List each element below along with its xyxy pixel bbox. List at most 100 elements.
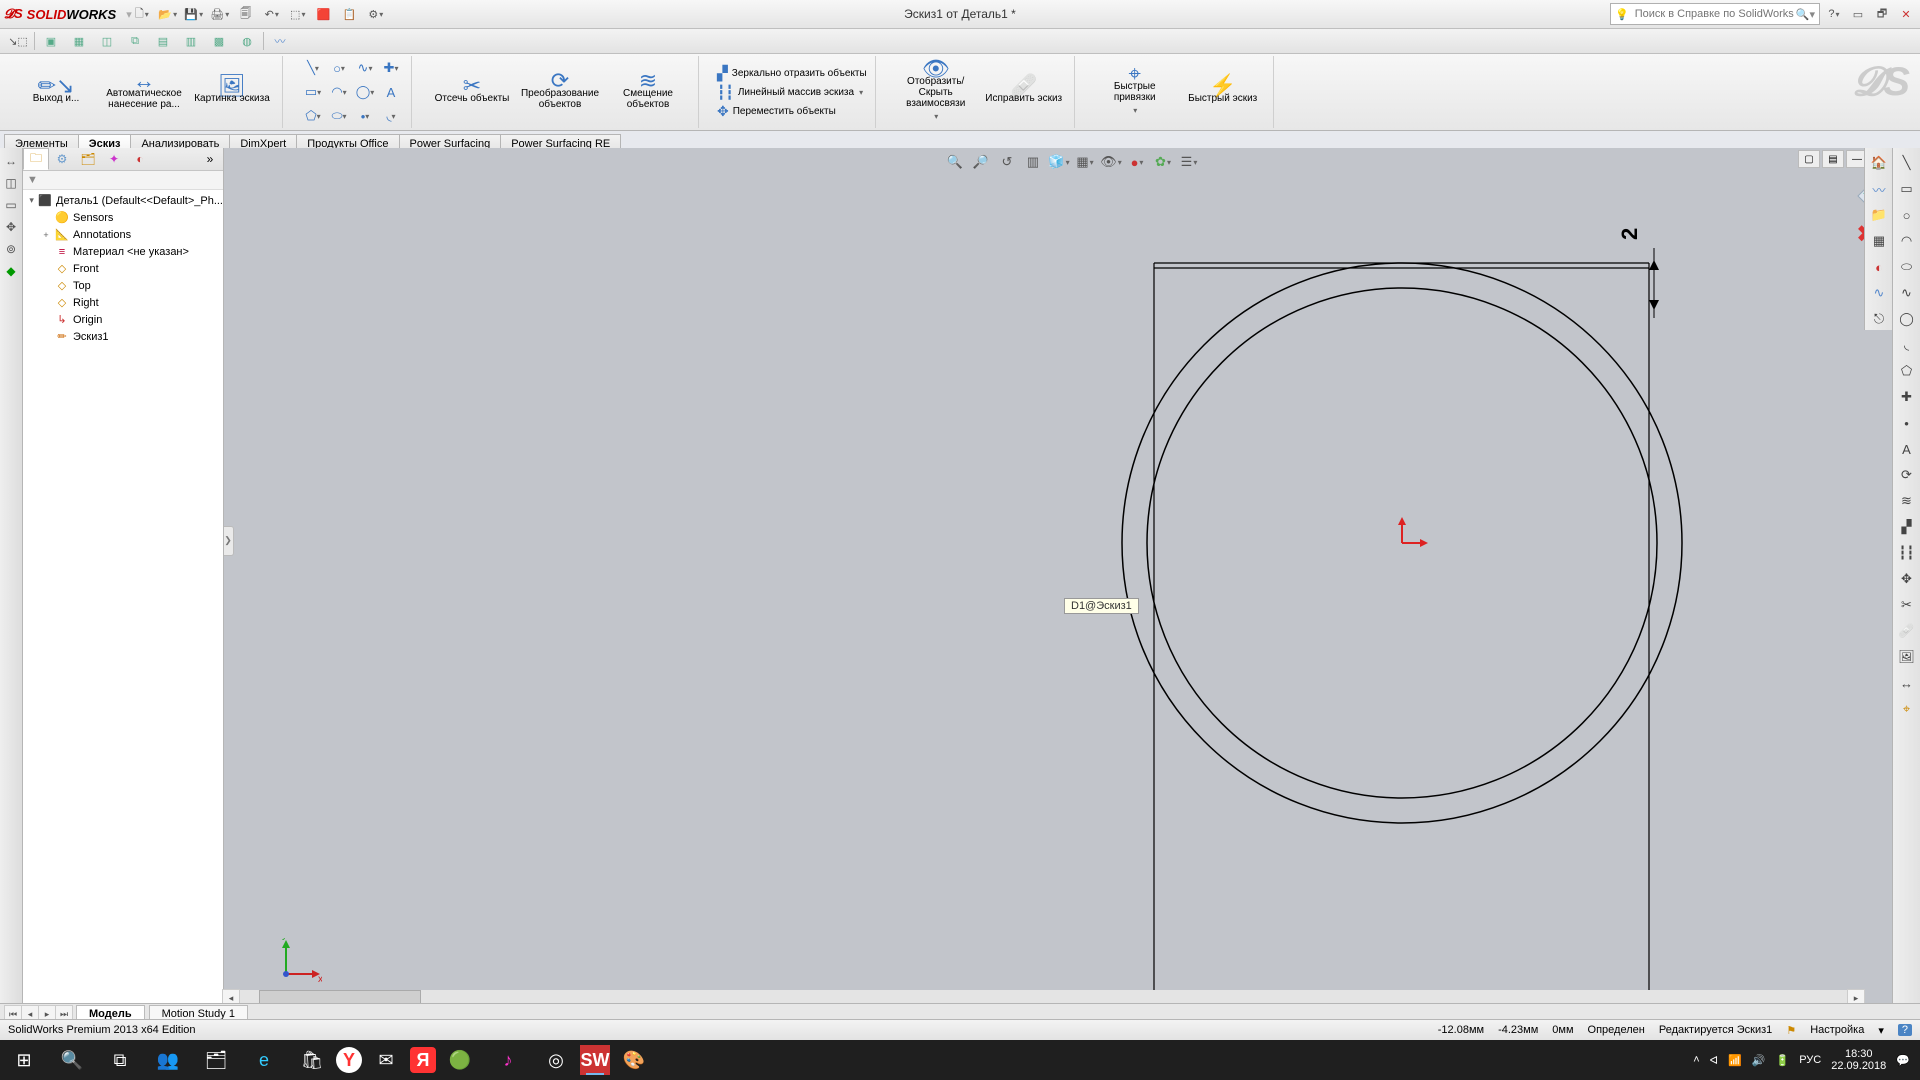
tp2-icon-5[interactable]: ◐ <box>1868 256 1890 278</box>
point-icon[interactable]: • <box>353 105 377 127</box>
undo-icon[interactable]: ↶ <box>262 4 282 24</box>
strip-icon-3[interactable]: ▭ <box>2 196 20 214</box>
close-icon[interactable]: ✕ <box>1896 6 1916 22</box>
offset-button[interactable]: ≋Смещение объектов <box>606 75 690 110</box>
circle-icon[interactable]: ○ <box>327 57 351 79</box>
fm-tab-config[interactable]: 🗂 <box>75 148 101 170</box>
tp-icon-9[interactable]: ⬠ <box>1896 360 1918 382</box>
rect-icon[interactable]: ▭ <box>301 81 325 103</box>
people-icon[interactable]: 👥 <box>144 1040 192 1080</box>
cube8-icon[interactable]: ◍ <box>235 30 259 52</box>
tp-icon-22[interactable]: ⌖ <box>1896 698 1918 720</box>
minimize-icon[interactable]: ▭ <box>1848 6 1868 22</box>
start-button[interactable]: ⊞ <box>0 1040 48 1080</box>
solidworks-task-icon[interactable]: SW <box>580 1045 610 1075</box>
cube3-icon[interactable]: ◫ <box>95 30 119 52</box>
plus-icon[interactable]: ✚ <box>379 57 403 79</box>
fm-tab-more[interactable]: » <box>197 148 223 170</box>
tree-root[interactable]: ▾⬛ Деталь1 (Default<<Default>_Ph... <box>27 192 223 209</box>
repair-sketch-button[interactable]: 🩹Исправить эскиз <box>982 80 1066 104</box>
strip-icon-6[interactable]: ◆ <box>2 262 20 280</box>
cube5-icon[interactable]: ▤ <box>151 30 175 52</box>
cube6-icon[interactable]: ▥ <box>179 30 203 52</box>
help-search[interactable]: 💡 🔍▾ <box>1610 3 1820 25</box>
display-relations-button[interactable]: 👁Отобразить/Скрыть взаимосвязи <box>894 63 978 122</box>
paint-icon[interactable]: 🎨 <box>610 1040 658 1080</box>
tree-item[interactable]: ✏Эскиз1 <box>27 328 223 345</box>
fillet-icon[interactable]: ◟ <box>379 105 403 127</box>
tp-icon-5[interactable]: ⬭ <box>1896 256 1918 278</box>
trim-button[interactable]: ✂Отсечь объекты <box>430 80 514 104</box>
mail-icon[interactable]: ✉ <box>362 1040 410 1080</box>
poly-icon[interactable]: ⬠ <box>301 105 325 127</box>
target-icon[interactable]: ◎ <box>532 1040 580 1080</box>
cube4-icon[interactable]: ⧉ <box>123 30 147 52</box>
fm-tab-dim[interactable]: ✦ <box>101 148 127 170</box>
sketch-picture-button[interactable]: 🖼Картинка эскиза <box>190 80 274 104</box>
edge-icon[interactable]: e <box>240 1040 288 1080</box>
tree-item[interactable]: ≡Материал <не указан> <box>27 243 223 260</box>
tp-icon-11[interactable]: • <box>1896 412 1918 434</box>
fm-tab-prop[interactable]: ⚙ <box>49 148 75 170</box>
text-icon[interactable]: A <box>379 81 403 103</box>
tp-icon-2[interactable]: ▭ <box>1896 178 1918 200</box>
tp-icon-15[interactable]: ▞ <box>1896 516 1918 538</box>
tree-item[interactable]: +📐Annotations <box>27 226 223 243</box>
fm-tab-tree[interactable]: 🗀 <box>23 148 49 170</box>
tp-icon-13[interactable]: ⟳ <box>1896 464 1918 486</box>
strip-icon-4[interactable]: ✥ <box>2 218 20 236</box>
tp-icon-12[interactable]: A <box>1896 438 1918 460</box>
tray-vol-icon[interactable]: 🔊 <box>1752 1054 1766 1067</box>
tray-up-icon[interactable]: ˄ <box>1693 1054 1699 1066</box>
dimension-value[interactable]: 2 <box>1617 228 1642 240</box>
open-icon[interactable]: 📂 <box>158 4 178 24</box>
tp-icon-7[interactable]: ◯ <box>1896 308 1918 330</box>
new-icon[interactable]: 🗋 <box>132 4 152 24</box>
tp-icon-4[interactable]: ◠ <box>1896 230 1918 252</box>
search-go-icon[interactable]: 🔍▾ <box>1796 8 1815 21</box>
yandex-icon[interactable]: Y <box>336 1047 362 1073</box>
ellipse-icon[interactable]: ◯ <box>353 81 377 103</box>
explorer-icon[interactable]: 🗂 <box>192 1040 240 1080</box>
tp2-icon-2[interactable]: 〰 <box>1868 178 1890 200</box>
print-preview-icon[interactable]: 🗐 <box>236 4 256 24</box>
move-entities-button[interactable]: ✥Переместить объекты <box>717 103 867 120</box>
tray-wifi-icon[interactable]: 📶 <box>1728 1054 1742 1067</box>
cube2-icon[interactable]: ▦ <box>67 30 91 52</box>
settings-icon[interactable]: ⚙ <box>366 4 386 24</box>
select-icon[interactable]: ⬚ <box>288 4 308 24</box>
tp-icon-10[interactable]: ✚ <box>1896 386 1918 408</box>
rebuild-icon[interactable]: 🟥 <box>314 4 334 24</box>
tray-clock[interactable]: 18:30 22.09.2018 <box>1831 1048 1886 1072</box>
tp-icon-8[interactable]: ◟ <box>1896 334 1918 356</box>
tp-icon-19[interactable]: 🩹 <box>1896 620 1918 642</box>
spline-icon[interactable]: ∿ <box>353 57 377 79</box>
tree-item[interactable]: ↳Origin <box>27 311 223 328</box>
tp2-icon-6[interactable]: ∿ <box>1868 282 1890 304</box>
status-flag-icon[interactable]: ⚑ <box>1786 1024 1796 1037</box>
tp-icon-16[interactable]: ┇┇ <box>1896 542 1918 564</box>
restore-icon[interactable]: 🗗 <box>1872 6 1892 22</box>
search-input[interactable] <box>1633 7 1796 21</box>
tree-item[interactable]: ◇Right <box>27 294 223 311</box>
search-taskbar-icon[interactable]: 🔍 <box>48 1040 96 1080</box>
status-custom[interactable]: Настройка <box>1810 1024 1864 1036</box>
fm-tab-render[interactable]: ◐ <box>127 148 153 170</box>
fm-filter[interactable]: ▼ <box>23 171 223 190</box>
tray-keyboard-lang[interactable]: РУС <box>1799 1054 1821 1066</box>
strip-icon-1[interactable]: ↔ <box>2 152 20 170</box>
slot-icon[interactable]: ⬭ <box>327 105 351 127</box>
help-icon[interactable]: ? <box>1824 6 1844 22</box>
tp2-icon-4[interactable]: ▦ <box>1868 230 1890 252</box>
sketch-exit-icon[interactable]: ↘⬚ <box>6 30 30 52</box>
graphics-viewport[interactable]: ❯ 🔍 🔎 ↺ ▥ 🧊 ▦ 👁 ● ✿ ☰ ▢ ▤ — 🗖 ✕ ✖ <box>224 148 1920 1026</box>
smart-dimension-button[interactable]: ↔Автоматическое нанесение ра... <box>102 75 186 110</box>
tree-item[interactable]: ◇Top <box>27 277 223 294</box>
status-help-icon[interactable]: ? <box>1898 1024 1912 1036</box>
cube7-icon[interactable]: ▩ <box>207 30 231 52</box>
options-quick-icon[interactable]: 📋 <box>340 4 360 24</box>
tree-item[interactable]: 🟡Sensors <box>27 209 223 226</box>
tray-battery-icon[interactable]: 🔋 <box>1776 1054 1790 1067</box>
linear-pattern-button[interactable]: ┇┇Линейный массив эскиза <box>717 84 867 101</box>
chrome-icon[interactable]: 🟢 <box>436 1040 484 1080</box>
